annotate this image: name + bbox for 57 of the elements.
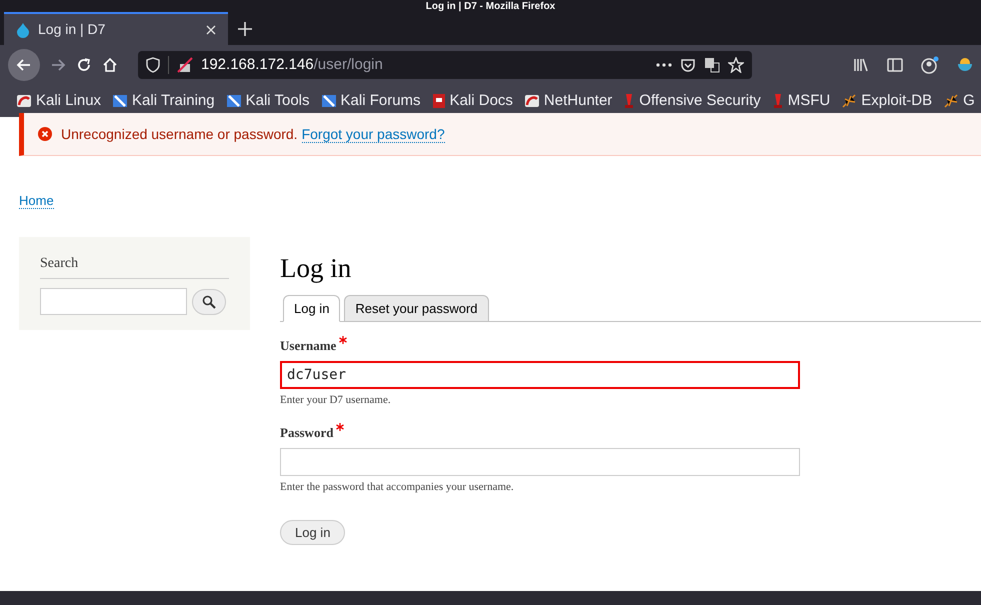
password-field[interactable] <box>280 448 800 476</box>
bookmark-link[interactable]: Exploit-DB <box>841 90 932 112</box>
sidebar-icon[interactable] <box>887 57 903 73</box>
bookmark-link[interactable]: Kali Linux <box>16 90 102 112</box>
page-tab[interactable]: Log in <box>283 295 340 322</box>
tab-title: Log in | D7 <box>38 20 106 39</box>
book-icon <box>432 93 446 109</box>
page-tab[interactable]: Reset your password <box>344 295 489 322</box>
close-icon[interactable] <box>206 24 216 34</box>
search-button[interactable] <box>192 288 226 314</box>
home-breadcrumb-link[interactable]: Home <box>19 193 54 209</box>
window-title: Log in | D7 - Mozilla Firefox <box>426 1 556 12</box>
error-text: Unrecognized username or password. <box>61 124 298 144</box>
field-description: Enter your D7 username. <box>280 392 392 408</box>
torch-icon <box>772 93 784 109</box>
bookmark-link[interactable]: G <box>943 90 975 112</box>
bookmark-link[interactable]: Offensive Security <box>623 90 761 112</box>
search-heading: Search <box>40 253 229 279</box>
home-icon[interactable] <box>102 57 118 73</box>
reload-icon[interactable] <box>76 57 92 73</box>
account-icon[interactable] <box>921 56 939 74</box>
library-icon[interactable] <box>853 57 869 73</box>
forgot-password-link[interactable]: Forgot your password? <box>302 126 445 142</box>
back-arrow-icon <box>16 57 32 73</box>
pocket-icon[interactable] <box>680 57 696 73</box>
back-button[interactable] <box>8 49 40 81</box>
bookmark-link[interactable]: Kali Forums <box>320 90 421 112</box>
field-description: Enter the password that accompanies your username. <box>280 480 515 494</box>
insecure-lock-icon <box>177 57 193 73</box>
tools-icon <box>226 93 242 109</box>
field-label: Password <box>280 424 334 442</box>
drop-icon <box>16 22 30 38</box>
search-field[interactable] <box>40 288 187 315</box>
login-button[interactable]: Log in <box>280 520 346 545</box>
bowl-icon[interactable] <box>957 57 973 73</box>
star-icon[interactable] <box>728 57 744 73</box>
more-icon[interactable] <box>656 63 672 67</box>
torch-icon <box>623 93 636 109</box>
bookmark-link[interactable]: Kali Training <box>112 90 215 112</box>
bookmark-link[interactable]: MSFU <box>772 90 830 112</box>
url-field[interactable]: 192.168.172.146/user/login <box>138 51 752 79</box>
url-text: 192.168.172.146/user/login <box>201 54 384 75</box>
bookmark-link[interactable]: Kali Docs <box>432 90 513 112</box>
search-icon <box>202 294 216 308</box>
tools-icon <box>112 93 128 109</box>
translate-icon[interactable] <box>704 57 720 73</box>
field-label: Username <box>280 337 336 355</box>
username-field[interactable]: dc7user <box>280 360 800 388</box>
shield-icon <box>146 57 160 73</box>
error-icon <box>38 127 52 141</box>
bookmark-link[interactable]: Kali Tools <box>226 90 310 112</box>
browser-tab[interactable]: Log in | D7 <box>4 12 228 45</box>
tools-icon <box>320 93 337 109</box>
page-title: Log in <box>280 252 352 284</box>
forward-arrow-icon[interactable] <box>50 57 66 73</box>
bookmark-link[interactable]: NetHunter <box>524 90 612 112</box>
plus-icon[interactable] <box>238 22 252 36</box>
